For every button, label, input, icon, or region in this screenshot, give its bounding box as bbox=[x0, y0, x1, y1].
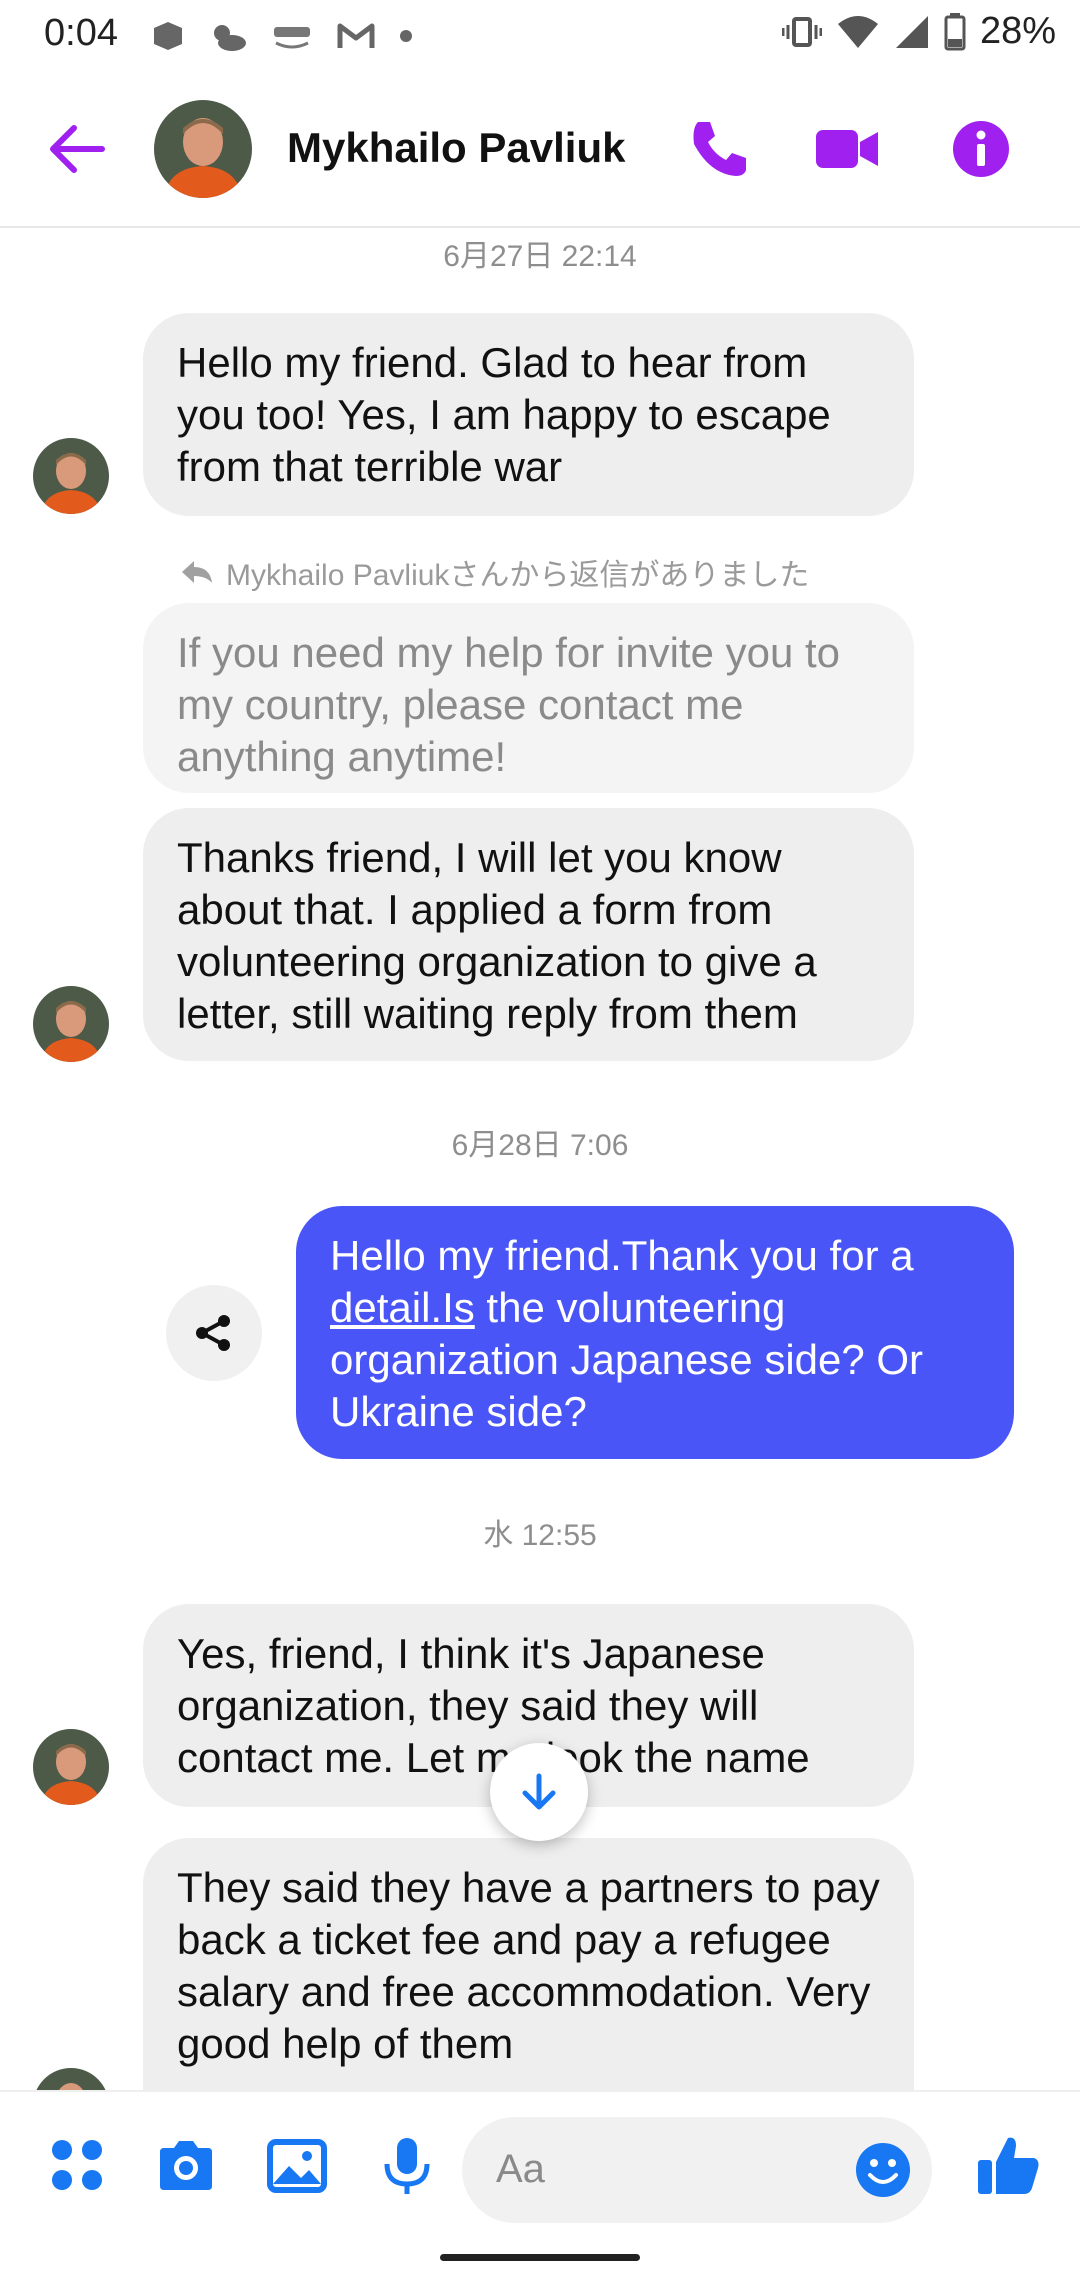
status-time: 0:04 bbox=[44, 12, 118, 54]
home-indicator bbox=[440, 2254, 640, 2261]
chat-header: Mykhailo Pavliuk bbox=[0, 72, 1080, 228]
quoted-message[interactable]: If you need my help for invite you to my… bbox=[143, 603, 914, 793]
back-arrow-icon[interactable] bbox=[44, 116, 110, 182]
gmail-icon bbox=[337, 23, 375, 48]
status-bar: 0:04 28% bbox=[0, 0, 1080, 72]
sender-avatar[interactable] bbox=[33, 438, 109, 514]
battery-icon bbox=[944, 12, 966, 50]
system-icons: 28% bbox=[781, 10, 1056, 53]
message-input-placeholder: Aa bbox=[496, 2147, 545, 2191]
contact-avatar[interactable] bbox=[154, 100, 252, 198]
timestamp: 6月27日 22:14 bbox=[443, 240, 637, 273]
camera-icon[interactable] bbox=[154, 2134, 218, 2198]
sender-avatar[interactable] bbox=[33, 1729, 109, 1805]
incoming-message[interactable]: Thanks friend, I will let you know about… bbox=[143, 808, 914, 1061]
video-call-icon[interactable] bbox=[812, 114, 882, 184]
timestamp: 6月28日 7:06 bbox=[451, 1129, 629, 1162]
share-icon bbox=[196, 1315, 230, 1351]
contact-name[interactable]: Mykhailo Pavliuk bbox=[287, 124, 625, 172]
like-icon[interactable] bbox=[974, 2130, 1044, 2200]
sender-avatar[interactable] bbox=[33, 986, 109, 1062]
scroll-to-bottom-button[interactable] bbox=[490, 1743, 588, 1841]
timestamp: 水 12:55 bbox=[483, 1519, 597, 1552]
photos-icon bbox=[274, 27, 310, 49]
outgoing-message[interactable]: Hello my friend.Thank you for a detail.I… bbox=[296, 1206, 1014, 1459]
info-icon[interactable] bbox=[946, 114, 1016, 184]
weather-icon bbox=[214, 25, 246, 51]
notification-icons bbox=[150, 18, 414, 54]
microphone-icon[interactable] bbox=[375, 2134, 439, 2198]
apps-icon[interactable] bbox=[46, 2134, 110, 2198]
outgoing-message-text: Hello my friend.Thank you for a bbox=[330, 1232, 914, 1279]
emoji-icon[interactable] bbox=[854, 2141, 912, 2199]
phone-call-icon[interactable] bbox=[684, 114, 754, 184]
battery-percentage: 28% bbox=[979, 10, 1056, 52]
news-icon bbox=[154, 22, 182, 50]
reply-indicator: Mykhailo Pavliukさんから返信がありました bbox=[180, 550, 809, 594]
incoming-message[interactable]: They said they have a partners to pay ba… bbox=[143, 1838, 914, 2090]
incoming-message[interactable]: Hello my friend. Glad to hear from you t… bbox=[143, 313, 914, 516]
share-button[interactable] bbox=[166, 1285, 262, 1381]
arrow-down-icon bbox=[522, 1773, 556, 1810]
wifi-icon bbox=[837, 15, 878, 48]
signal-icon bbox=[895, 15, 928, 48]
dot-icon bbox=[400, 30, 412, 42]
vibrate-icon bbox=[781, 16, 822, 47]
reply-indicator-text: Mykhailo Pavliukさんから返信がありました bbox=[226, 559, 810, 592]
message-input[interactable]: Aa bbox=[462, 2117, 932, 2223]
reply-arrow-icon bbox=[182, 561, 212, 583]
sender-avatar[interactable] bbox=[33, 2068, 109, 2090]
message-link[interactable]: detail.Is bbox=[330, 1284, 475, 1331]
gallery-icon[interactable] bbox=[265, 2134, 329, 2198]
